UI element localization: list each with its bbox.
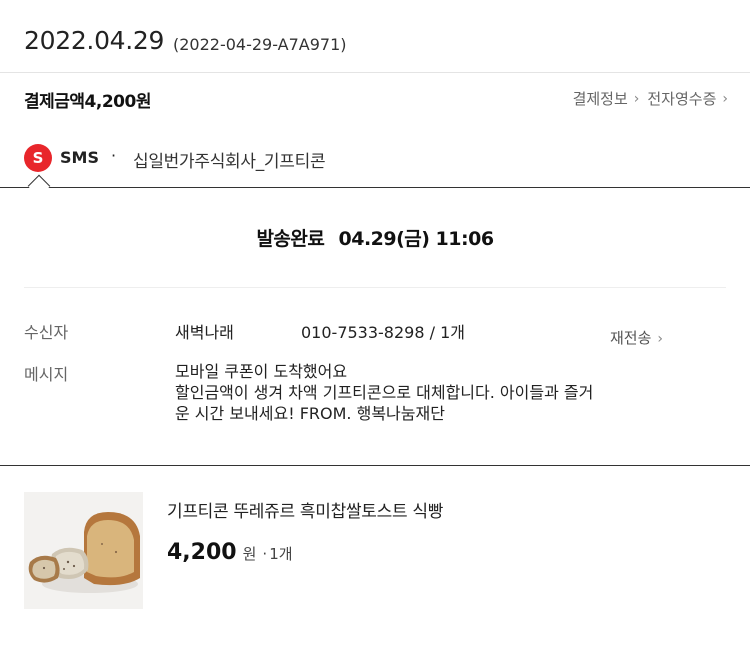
product-thumbnail[interactable]: [24, 492, 143, 609]
separator-dot: ·: [111, 146, 117, 165]
product-price: 4,200 원 · 1개: [167, 540, 293, 565]
order-id: (2022-04-29-A7A971): [173, 35, 347, 54]
chevron-right-icon: ›: [722, 90, 728, 107]
payment-amount: 결제금액4,200원: [24, 92, 151, 112]
resend-button[interactable]: 재전송 ›: [610, 327, 663, 348]
order-date: 2022.04.29: [24, 26, 165, 55]
recipient-label: 수신자: [24, 323, 69, 342]
delivery-status: 발송완료 04.29(금) 11:06: [0, 224, 750, 251]
chevron-right-icon: ›: [657, 331, 664, 347]
bread-icon: [24, 492, 143, 609]
payment-links: 결제정보 › 전자영수증 ›: [573, 88, 728, 109]
separator-dot: ·: [262, 545, 268, 563]
message-label: 메시지: [24, 365, 69, 384]
order-header: 2022.04.29 (2022-04-29-A7A971): [0, 0, 750, 73]
divider: [24, 287, 726, 288]
payment-info-link[interactable]: 결제정보: [573, 88, 628, 109]
status-label: 발송완료: [256, 228, 325, 250]
sms-badge-icon: S: [24, 144, 52, 172]
e-receipt-link[interactable]: 전자영수증: [647, 88, 716, 109]
payment-row: 결제금액4,200원 결제정보 › 전자영수증 ›: [0, 73, 750, 123]
price-unit: 원: [242, 545, 257, 563]
product-quantity: 1개: [269, 545, 293, 563]
message-line: 할인금액이 생겨 차액 기프티콘으로 대체합니다. 아이들과 즐거: [175, 383, 594, 402]
message-line: 운 시간 보내세요! FROM. 행복나눔재단: [175, 404, 445, 423]
price-value: 4,200: [167, 540, 237, 565]
recipient-phone: 010-7533-8298 / 1개: [301, 323, 465, 342]
recipient-name: 새벽나래: [175, 323, 234, 342]
sms-sender: 십일번가주식회사_기프티콘: [133, 152, 326, 172]
status-time: 04.29(금) 11:06: [338, 228, 495, 250]
product-title[interactable]: 기프티콘 뚜레쥬르 흑미찹쌀토스트 식빵: [167, 497, 443, 522]
product-item[interactable]: 기프티콘 뚜레쥬르 흑미찹쌀토스트 식빵 4,200 원 · 1개: [0, 492, 750, 612]
sms-type-label: SMS: [60, 148, 99, 167]
message-line: 모바일 쿠폰이 도착했어요: [175, 362, 348, 381]
resend-label: 재전송: [610, 329, 652, 347]
sms-row: S SMS · 십일번가주식회사_기프티콘: [0, 140, 750, 174]
message-text: 모바일 쿠폰이 도착했어요 할인금액이 생겨 차액 기프티콘으로 대체합니다. …: [175, 361, 730, 424]
chevron-right-icon: ›: [633, 90, 640, 107]
